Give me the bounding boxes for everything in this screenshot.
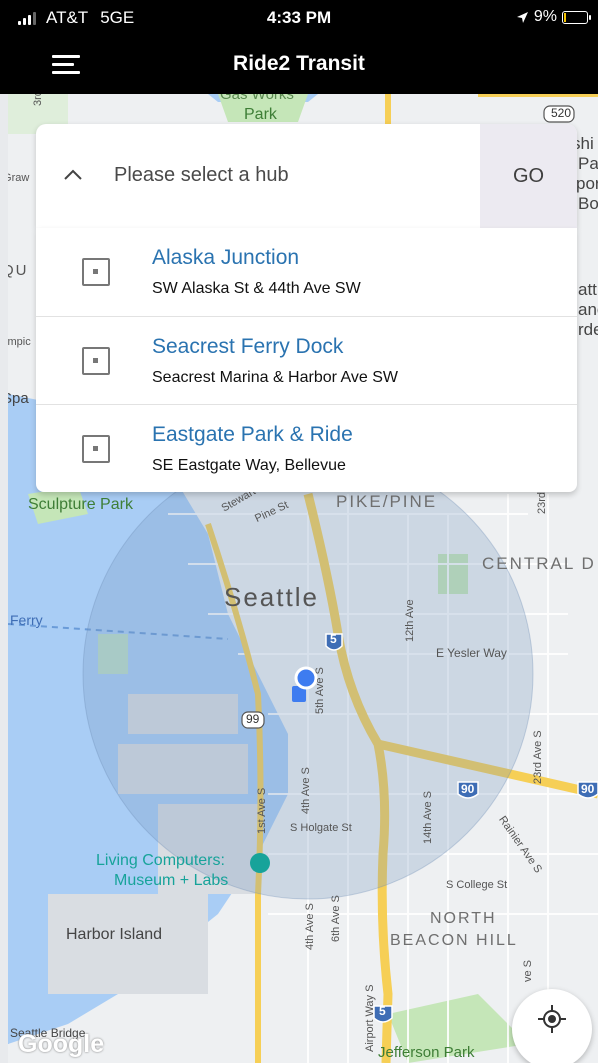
- hub-stop-icon: [82, 258, 110, 286]
- map-label: 3rd Av: [32, 94, 44, 106]
- map-label: att: [578, 280, 597, 299]
- map-label: Pa: [578, 154, 598, 173]
- map-label: CENTRAL D: [482, 554, 596, 573]
- map-label: 12th Ave: [404, 599, 416, 642]
- map-label: Living Computers:: [96, 852, 225, 869]
- google-logo: Google: [18, 1030, 105, 1058]
- hub-option[interactable]: Alaska Junction SW Alaska St & 44th Ave …: [36, 228, 577, 316]
- map-label: 14th Ave S: [422, 790, 434, 844]
- map-label: 4th Ave S: [304, 903, 316, 950]
- hub-address: Seacrest Marina & Harbor Ave SW: [152, 369, 399, 386]
- map-label: Gas Works: [220, 94, 294, 103]
- map-label: 1st Ave S: [256, 787, 268, 834]
- map-label: E Yesler Way: [436, 646, 507, 660]
- map-label: BEACON HILL: [390, 932, 518, 949]
- map-label: 5th Ave S: [314, 667, 326, 714]
- battery-level: [564, 12, 566, 22]
- hub-name: Seacrest Ferry Dock: [152, 335, 344, 358]
- map-label: 520: [551, 106, 572, 120]
- location-arrow-icon: [516, 11, 528, 23]
- hub-list: Alaska Junction SW Alaska St & 44th Ave …: [36, 228, 577, 492]
- map-label: 23rd Ave S: [532, 730, 544, 784]
- locate-me-button[interactable]: [512, 989, 592, 1063]
- map-label: S Holgate St: [290, 822, 352, 834]
- map-label: por: [576, 174, 598, 193]
- map-label: ympic: [8, 336, 31, 348]
- map-label: Airport Way S: [364, 984, 376, 1052]
- map-label: QU: [8, 262, 29, 279]
- status-bar: AT&T 5GE 4:33 PM 9%: [0, 0, 598, 36]
- hub-name: Eastgate Park & Ride: [152, 423, 353, 446]
- map-label: 90: [581, 782, 595, 796]
- map-label: Jefferson Park: [378, 1044, 475, 1061]
- map-label: 6th Ave S: [330, 895, 342, 942]
- map-label: :Graw: [8, 172, 30, 184]
- map-label: 90: [461, 782, 475, 796]
- hub-stop-icon: [82, 347, 110, 375]
- hub-select-toggle[interactable]: Please select a hub: [36, 124, 480, 228]
- map-label: Park: [244, 106, 277, 123]
- hub-selector: Please select a hub GO: [36, 124, 577, 228]
- map-label: rde: [578, 320, 598, 339]
- app-header: Ride2 Transit: [0, 36, 598, 94]
- hub-select-placeholder: Please select a hub: [114, 164, 289, 186]
- status-right: 9%: [516, 8, 591, 26]
- map-label: NORTH: [430, 910, 497, 927]
- map-label: 99: [246, 712, 260, 726]
- map-label: Bo: [578, 194, 598, 213]
- map-label: Seattle: [224, 582, 319, 612]
- go-button[interactable]: GO: [480, 124, 577, 228]
- hub-stop-icon: [82, 435, 110, 463]
- hub-address: SE Eastgate Way, Bellevue: [152, 457, 346, 474]
- map-label: Spa: [8, 390, 29, 407]
- hub-option[interactable]: Seacrest Ferry Dock Seacrest Marina & Ha…: [36, 316, 577, 404]
- map-label: 5: [379, 1004, 386, 1018]
- map-label: 4th Ave S: [300, 767, 312, 814]
- battery-icon: [562, 10, 591, 24]
- map-label: ane: [578, 300, 598, 319]
- map-label: Sculpture Park: [28, 496, 133, 513]
- map-label: PIKE/PINE: [336, 492, 438, 511]
- battery-label: 9%: [533, 8, 557, 25]
- hub-address: SW Alaska St & 44th Ave SW: [152, 280, 361, 297]
- map-label: S College St: [446, 879, 508, 891]
- map-label: Museum + Labs: [114, 872, 229, 889]
- map-label: Harbor Island: [66, 926, 163, 943]
- map-label: ve S: [522, 959, 534, 982]
- page-title: Ride2 Transit: [233, 52, 365, 75]
- map-label: 5: [330, 632, 337, 646]
- status-time: 4:33 PM: [266, 8, 332, 27]
- map-label: Ferry: [10, 612, 43, 628]
- hub-option[interactable]: Eastgate Park & Ride SE Eastgate Way, Be…: [36, 404, 577, 492]
- crosshair-locate-icon: [538, 1005, 566, 1033]
- chevron-up-icon: [64, 169, 82, 180]
- hub-name: Alaska Junction: [152, 246, 300, 269]
